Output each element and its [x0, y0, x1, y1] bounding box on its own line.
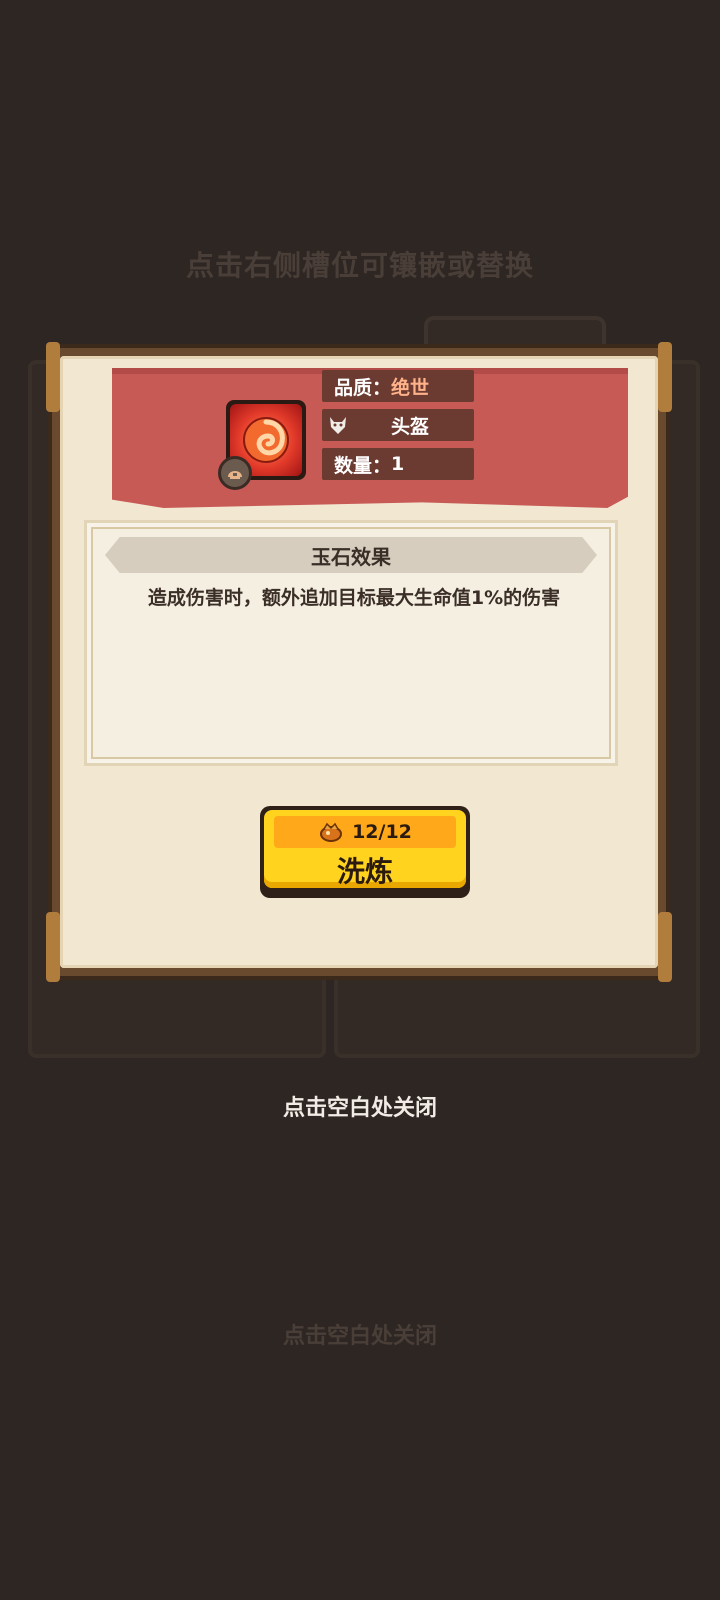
- quantity-label: 数量：: [334, 454, 392, 477]
- refine-cost-bar: 12/12: [274, 816, 456, 848]
- quantity-value: 1: [391, 453, 405, 475]
- refine-button[interactable]: 12/12 洗炼: [260, 806, 470, 898]
- refine-stone-icon: [318, 820, 344, 844]
- frame-corner: [658, 342, 672, 412]
- refine-label: 洗炼: [336, 855, 393, 888]
- background-hint-slot: 点击右侧槽位可镶嵌或替换: [185, 249, 534, 282]
- wolf-helmet-icon: [326, 413, 350, 437]
- helmet-slot-icon: [218, 456, 252, 490]
- refine-button-face: 12/12 洗炼: [264, 810, 466, 888]
- tap-blank-to-close[interactable]: 点击空白处关闭: [0, 1090, 720, 1122]
- quality-row: 品质： 绝世: [322, 370, 474, 402]
- quantity-row: 数量： 1: [322, 448, 474, 480]
- effect-title: 玉石效果: [105, 537, 597, 573]
- effect-title-text: 玉石效果: [311, 544, 391, 569]
- refine-cost-text: 12/12: [352, 821, 412, 843]
- slot-value: 头盔: [390, 415, 429, 438]
- dialog-parchment: 品质： 绝世 头盔 数量： 1 玉石效果 造成伤害时，额外追加目标最大生命值1%…: [60, 356, 658, 968]
- frame-corner: [658, 912, 672, 982]
- effect-description: 造成伤害时，额外追加目标最大生命值1%的伤害: [147, 587, 561, 609]
- quality-value: 绝世: [391, 376, 430, 399]
- slot-row: 头盔: [322, 409, 474, 441]
- frame-corner: [46, 342, 60, 412]
- effect-panel: 玉石效果 造成伤害时，额外追加目标最大生命值1%的伤害: [84, 520, 618, 766]
- frame-corner: [46, 912, 60, 982]
- background-hint-close: 点击空白处关闭: [282, 1324, 437, 1349]
- quality-label: 品质：: [334, 376, 392, 399]
- jade-detail-dialog: 品质： 绝世 头盔 数量： 1 玉石效果 造成伤害时，额外追加目标最大生命值1%…: [46, 342, 672, 982]
